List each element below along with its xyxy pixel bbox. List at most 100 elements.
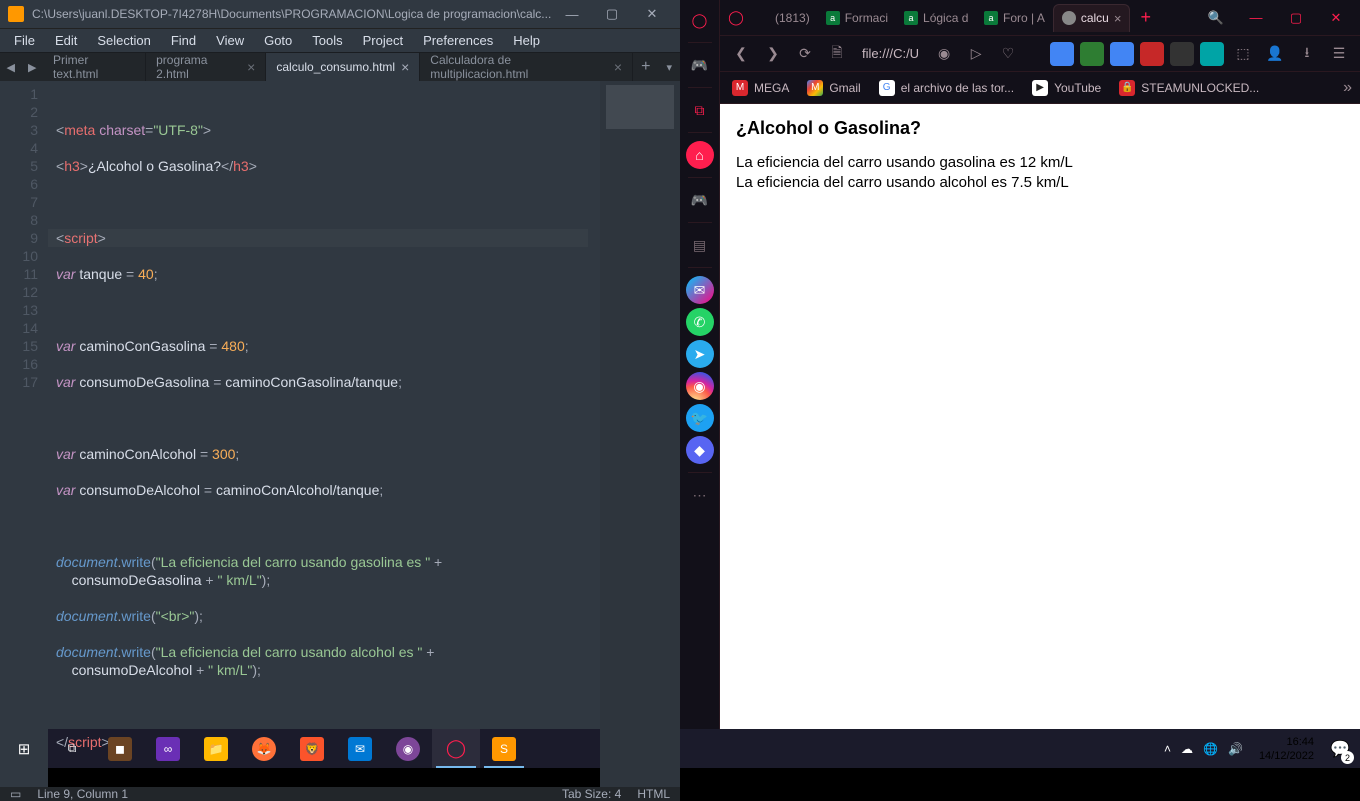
sublime-taskbar[interactable]: S <box>480 729 528 768</box>
mail-button[interactable]: ✉ <box>336 729 384 768</box>
new-tab-button[interactable]: + <box>633 53 658 81</box>
controller-icon[interactable]: 🎮 <box>686 186 714 214</box>
ext-icon[interactable] <box>1140 42 1164 66</box>
feed-icon[interactable]: ▤ <box>686 231 714 259</box>
status-tabsize[interactable]: Tab Size: 4 <box>562 787 621 801</box>
taskbar-app[interactable]: ∞ <box>144 729 192 768</box>
sidebar-more-icon[interactable]: ⋯ <box>686 481 714 509</box>
menu-file[interactable]: File <box>4 29 45 52</box>
maximize-button[interactable]: ▢ <box>592 0 632 28</box>
telegram-icon[interactable]: ➤ <box>686 340 714 368</box>
code-area[interactable]: <meta charset="UTF-8"> <h3>¿Alcohol o Ga… <box>48 81 600 787</box>
browser-tab[interactable]: (1813) <box>748 4 818 32</box>
minimap[interactable] <box>600 81 680 787</box>
opera-menu-icon[interactable]: ◯ <box>724 4 748 32</box>
menu-project[interactable]: Project <box>353 29 413 52</box>
system-tray[interactable]: ˄ ☁ 🌐 🔊 <box>1154 742 1253 756</box>
onedrive-icon[interactable]: ☁ <box>1181 742 1193 756</box>
firefox-button[interactable]: 🦊 <box>240 729 288 768</box>
ext-icon[interactable] <box>1050 42 1074 66</box>
menu-tools[interactable]: Tools <box>302 29 352 52</box>
tab-overflow-icon[interactable]: ▾ <box>659 53 681 81</box>
tor-button[interactable]: ◉ <box>384 729 432 768</box>
send-icon[interactable]: ▷ <box>961 40 991 68</box>
file-explorer-button[interactable]: 📁 <box>192 729 240 768</box>
url-field[interactable]: file:///C:/U <box>854 46 927 61</box>
downloads-icon[interactable]: ⭳ <box>1292 40 1322 68</box>
opera-gx-taskbar[interactable]: ◯ <box>432 729 480 768</box>
twitter-icon[interactable]: 🐦 <box>686 404 714 432</box>
easy-setup-icon[interactable]: ☰ <box>1324 40 1354 68</box>
tab-scroll-right[interactable]: ▶ <box>22 53 44 81</box>
address-bar-row: ❮ ❯ ⟳ 🗎 file:///C:/U ◉ ▷ ♡ ⬚ 👤 ⭳ ☰ <box>720 36 1360 72</box>
ext-gtranslate-icon[interactable] <box>1110 42 1134 66</box>
whatsapp-icon[interactable]: ✆ <box>686 308 714 336</box>
start-button[interactable]: ⊞ <box>0 729 48 768</box>
menu-help[interactable]: Help <box>503 29 550 52</box>
bookmark-item[interactable]: Gel archivo de las tor... <box>875 77 1018 99</box>
menu-edit[interactable]: Edit <box>45 29 87 52</box>
ext-icon[interactable] <box>1170 42 1194 66</box>
browser-tab[interactable]: aFormaci <box>818 4 896 32</box>
tab-close-icon[interactable]: × <box>247 59 255 75</box>
bookmark-item[interactable]: MMEGA <box>728 77 793 99</box>
new-tab-button[interactable]: + <box>1130 7 1161 28</box>
bookmarks-overflow-icon[interactable]: » <box>1343 79 1352 97</box>
tab-close-icon[interactable]: × <box>1114 11 1122 26</box>
menu-selection[interactable]: Selection <box>87 29 160 52</box>
profile-icon[interactable]: 👤 <box>1260 40 1290 68</box>
alura-favicon: a <box>826 11 840 25</box>
ext-icon[interactable] <box>1080 42 1104 66</box>
tab-close-icon[interactable]: × <box>401 59 409 75</box>
volume-icon[interactable]: 🔊 <box>1228 742 1243 756</box>
back-button[interactable]: ❮ <box>726 40 756 68</box>
home-icon[interactable]: ⌂ <box>686 141 714 169</box>
task-view-button[interactable]: ⧉ <box>48 729 96 768</box>
gx-corner-icon[interactable]: 🎮 <box>686 51 714 79</box>
discord-icon[interactable]: ◆ <box>686 436 714 464</box>
status-language[interactable]: HTML <box>637 787 670 801</box>
twitch-icon[interactable]: ⧉ <box>686 96 714 124</box>
forward-button[interactable]: ❯ <box>758 40 788 68</box>
reload-button[interactable]: ⟳ <box>790 40 820 68</box>
browser-tab-active[interactable]: calcu× <box>1053 4 1131 32</box>
brave-button[interactable]: 🦁 <box>288 729 336 768</box>
editor-tab[interactable]: Primer text.html <box>43 53 146 81</box>
minimize-button[interactable]: — <box>1236 1 1276 35</box>
editor-tab[interactable]: programa 2.html × <box>146 53 266 81</box>
editor-tab[interactable]: Calculadora de multiplicacion.html× <box>420 53 633 81</box>
taskbar-app[interactable]: ◼ <box>96 729 144 768</box>
editor-tab-active[interactable]: calculo_consumo.html× <box>266 53 420 81</box>
tab-label: programa 2.html <box>156 53 241 81</box>
tab-scroll-left[interactable]: ◀ <box>0 53 22 81</box>
browser-sidebar: ◯ 🎮 ⧉ ⌂ 🎮 ▤ ✉ ✆ ➤ ◉ 🐦 ◆ ⋯ <box>680 0 720 729</box>
editor-body[interactable]: 1234567891011121314151617 <meta charset=… <box>0 81 680 787</box>
notifications-button[interactable]: 💬2 <box>1320 729 1360 768</box>
maximize-button[interactable]: ▢ <box>1276 1 1316 35</box>
menu-find[interactable]: Find <box>161 29 206 52</box>
tray-chevron-icon[interactable]: ˄ <box>1164 742 1171 756</box>
camera-icon[interactable]: ◉ <box>929 40 959 68</box>
messenger-icon[interactable]: ✉ <box>686 276 714 304</box>
heart-icon[interactable]: ♡ <box>993 40 1023 68</box>
search-icon[interactable]: 🔍 <box>1196 1 1236 35</box>
status-rect-icon[interactable]: ▭ <box>10 787 21 801</box>
close-button[interactable]: ✕ <box>632 0 672 28</box>
taskbar-clock[interactable]: 16:44 14/12/2022 <box>1253 735 1320 763</box>
network-icon[interactable]: 🌐 <box>1203 742 1218 756</box>
ext-icon[interactable] <box>1200 42 1224 66</box>
cube-icon[interactable]: ⬚ <box>1228 40 1258 68</box>
bookmark-item[interactable]: ▶YouTube <box>1028 77 1105 99</box>
browser-tab[interactable]: aLógica d <box>896 4 976 32</box>
tab-close-icon[interactable]: × <box>614 59 622 75</box>
bookmark-item[interactable]: MGmail <box>803 77 864 99</box>
opera-logo-icon[interactable]: ◯ <box>686 6 714 34</box>
minimize-button[interactable]: — <box>552 0 592 28</box>
browser-tab[interactable]: aForo | A <box>976 4 1053 32</box>
menu-view[interactable]: View <box>206 29 254 52</box>
bookmark-item[interactable]: 🔒STEAMUNLOCKED... <box>1115 77 1263 99</box>
instagram-icon[interactable]: ◉ <box>686 372 714 400</box>
menu-goto[interactable]: Goto <box>254 29 302 52</box>
menu-preferences[interactable]: Preferences <box>413 29 503 52</box>
close-button[interactable]: ✕ <box>1316 1 1356 35</box>
